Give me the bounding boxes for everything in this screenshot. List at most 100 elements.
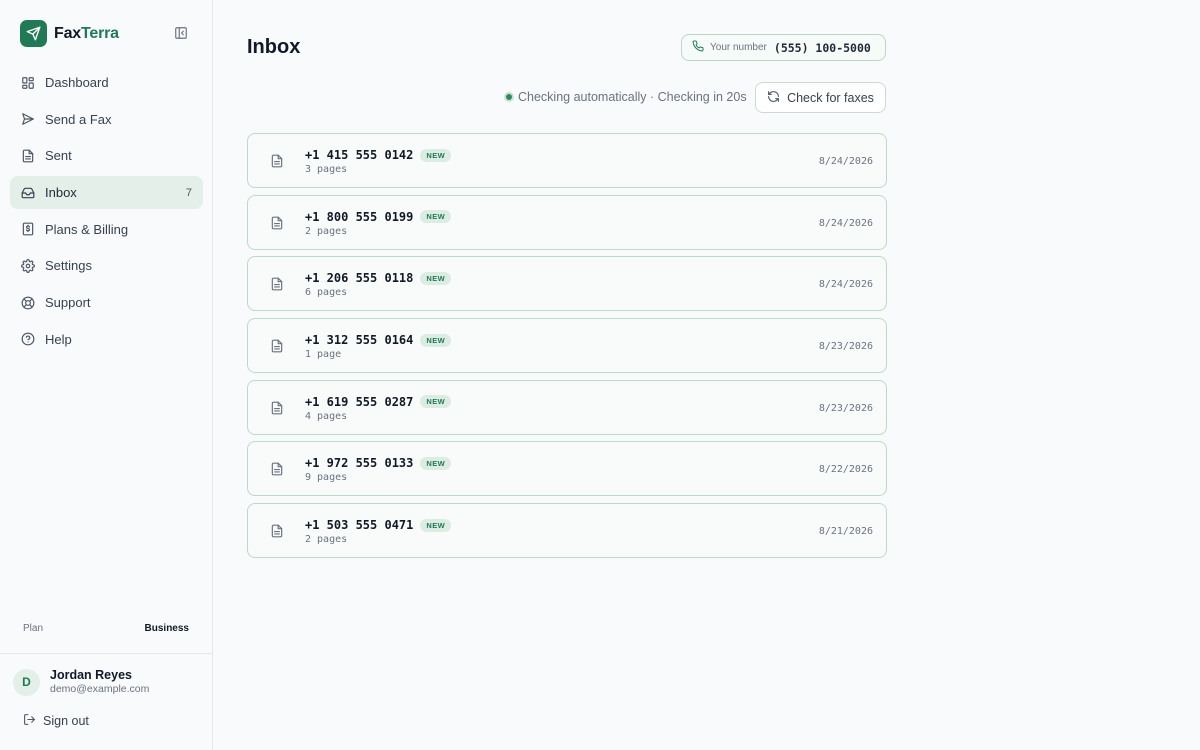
fax-pages: 6 pages	[305, 287, 348, 299]
fax-date: 8/23/2026	[818, 341, 873, 353]
brand-name: FaxTerra	[54, 25, 119, 43]
sidebar-item-label: Support	[45, 295, 91, 311]
your-number-chip: Your number (555) 100-5000	[681, 34, 886, 61]
new-badge: NEW	[420, 271, 452, 285]
fax-date: 8/21/2026	[818, 526, 873, 538]
document-icon	[269, 400, 285, 416]
fax-sender-number: +1 972 555 0133	[305, 456, 414, 471]
dollar-icon	[20, 221, 36, 237]
sidebar-item-plans-billing[interactable]: Plans & Billing	[10, 213, 203, 246]
user-info: Jordan Reyes demo@example.com	[50, 668, 149, 696]
fax-sender: +1 972 555 0133 NEW	[305, 456, 452, 471]
fax-row[interactable]: +1 415 555 0142 NEW 3 pages 8/24/2026	[247, 133, 887, 188]
fax-sender: +1 619 555 0287 NEW	[305, 394, 452, 409]
grid-icon	[20, 75, 36, 91]
sign-out-label: Sign out	[43, 714, 89, 728]
brand-name-part1: Fax	[54, 24, 81, 42]
fax-sender: +1 206 555 0118 NEW	[305, 271, 452, 286]
fax-row[interactable]: +1 503 555 0471 NEW 2 pages 8/21/2026	[247, 503, 887, 559]
fax-sender: +1 800 555 0199 NEW	[305, 209, 452, 224]
log-out-icon	[23, 713, 36, 729]
sidebar-item-label: Help	[45, 331, 72, 347]
fax-date: 8/23/2026	[818, 402, 873, 414]
check-for-faxes-label: Check for faxes	[787, 90, 874, 105]
paper-plane-logo-icon	[20, 20, 47, 47]
document-icon	[269, 461, 285, 477]
user-card[interactable]: D Jordan Reyes demo@example.com	[13, 668, 149, 696]
plan-label: Plan	[23, 623, 44, 634]
page-title: Inbox	[247, 36, 301, 58]
your-number-value: (555) 100-5000	[773, 40, 871, 55]
user-name: Jordan Reyes	[50, 668, 132, 682]
sign-out-button[interactable]: Sign out	[23, 713, 89, 729]
fax-sender-number: +1 312 555 0164	[305, 333, 414, 348]
inbox-icon	[20, 185, 36, 201]
document-icon	[269, 338, 285, 354]
fax-pages: 2 pages	[305, 534, 348, 546]
new-badge: NEW	[420, 210, 452, 224]
phone-icon	[692, 39, 704, 57]
fax-row[interactable]: +1 972 555 0133 NEW 9 pages 8/22/2026	[247, 441, 887, 497]
fax-pages: 2 pages	[305, 225, 348, 237]
sidebar-item-label: Dashboard	[45, 75, 109, 90]
fax-date: 8/24/2026	[818, 279, 873, 291]
sidebar-divider	[0, 653, 212, 654]
new-badge: NEW	[420, 518, 452, 532]
fax-row[interactable]: +1 312 555 0164 NEW 1 page 8/23/2026	[247, 318, 887, 374]
sidebar-item-label: Settings	[45, 258, 92, 274]
collapse-sidebar-icon[interactable]	[173, 25, 189, 41]
new-badge: NEW	[420, 148, 452, 162]
plan-row: Plan Business	[23, 623, 189, 634]
sidebar-item-settings[interactable]: Settings	[10, 249, 203, 282]
fax-sender-number: +1 415 555 0142	[305, 148, 414, 162]
fax-row[interactable]: +1 800 555 0199 NEW 2 pages 8/24/2026	[247, 194, 887, 250]
fax-row[interactable]: +1 619 555 0287 NEW 4 pages 8/23/2026	[247, 379, 887, 435]
status-text: Checking automatically · Checking in 20s	[518, 90, 747, 104]
sidebar-item-label: Plans & Billing	[45, 221, 129, 237]
fax-pages: 4 pages	[305, 410, 348, 422]
fax-sender: +1 503 555 0471 NEW	[305, 518, 452, 533]
sidebar-item-help[interactable]: Help	[10, 323, 203, 356]
user-email: demo@example.com	[50, 683, 150, 695]
sidebar-item-label: Inbox	[45, 185, 77, 201]
sidebar-item-support[interactable]: Support	[10, 286, 203, 319]
fax-pages: 1 page	[305, 349, 342, 361]
fax-sender: +1 415 555 0142 NEW	[305, 148, 452, 162]
auto-check-status: Checking automatically · Checking in 20s	[504, 90, 747, 104]
document-icon	[269, 153, 285, 169]
fax-pages: 9 pages	[305, 472, 348, 484]
sidebar: FaxTerra Dashboard Send a Fax Sent Inbox…	[0, 0, 213, 750]
plan-value: Business	[144, 623, 189, 634]
send-icon	[20, 111, 36, 127]
new-badge: NEW	[420, 395, 452, 409]
fax-sender-number: +1 619 555 0287	[305, 394, 414, 409]
fax-pages: 3 pages	[305, 164, 348, 175]
fax-list: +1 415 555 0142 NEW 3 pages 8/24/2026 +1 …	[247, 133, 887, 565]
sidebar-nav: Dashboard Send a Fax Sent Inbox 7 Plans …	[10, 66, 203, 360]
sidebar-item-label: Send a Fax	[45, 111, 112, 127]
document-icon	[269, 276, 285, 292]
document-icon	[269, 523, 285, 539]
fax-sender-number: +1 206 555 0118	[305, 271, 414, 286]
fax-row[interactable]: +1 206 555 0118 NEW 6 pages 8/24/2026	[247, 256, 887, 312]
gear-icon	[20, 258, 36, 274]
sidebar-item-sent[interactable]: Sent	[10, 139, 203, 172]
lifebuoy-icon	[20, 295, 36, 311]
sidebar-item-label: Sent	[45, 148, 72, 164]
check-for-faxes-button[interactable]: Check for faxes	[755, 82, 886, 113]
sidebar-item-inbox[interactable]: Inbox 7	[10, 176, 203, 210]
refresh-icon	[767, 90, 780, 106]
file-icon	[20, 148, 36, 164]
new-badge: NEW	[420, 333, 452, 347]
fax-date: 8/22/2026	[818, 464, 873, 476]
fax-date: 8/24/2026	[818, 217, 873, 229]
fax-sender-number: +1 800 555 0199	[305, 209, 414, 224]
brand[interactable]: FaxTerra	[20, 20, 119, 47]
fax-date: 8/24/2026	[818, 156, 873, 167]
fax-sender-number: +1 503 555 0471	[305, 518, 414, 533]
sidebar-item-dashboard[interactable]: Dashboard	[10, 66, 203, 99]
fax-sender: +1 312 555 0164 NEW	[305, 333, 452, 348]
inbox-count-badge: 7	[185, 186, 192, 199]
sidebar-item-send-a-fax[interactable]: Send a Fax	[10, 103, 203, 136]
document-icon	[269, 215, 285, 231]
